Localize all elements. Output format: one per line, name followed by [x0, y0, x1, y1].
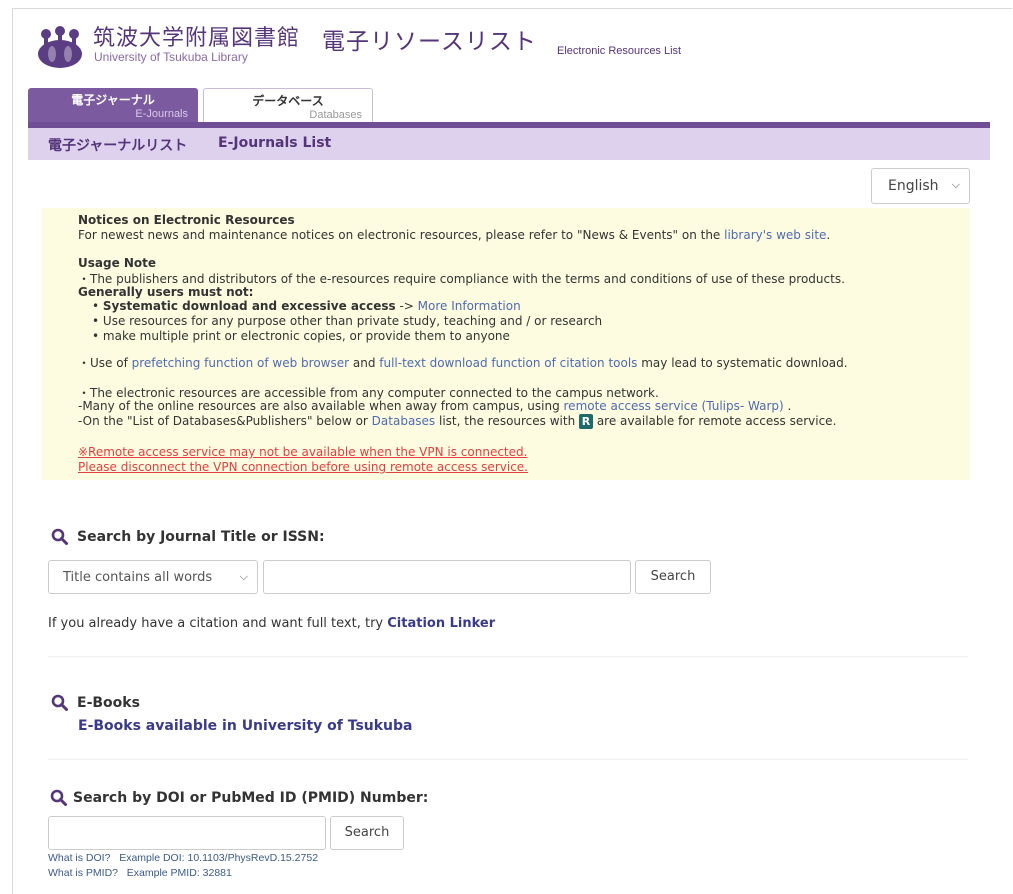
library-name-en[interactable]: University of Tsukuba Library [94, 50, 248, 64]
tab-databases-label-en: Databases [309, 109, 362, 121]
journal-search-input[interactable] [263, 560, 631, 594]
citation-linker-link[interactable]: Citation Linker [387, 616, 495, 631]
subnav-title-jp: 電子ジャーナルリスト [48, 138, 188, 154]
usage-note-title: Usage Note [78, 256, 157, 270]
list-end: are available for remote access service. [593, 414, 837, 428]
search-mode-select-value: Title contains all words [63, 570, 213, 585]
rule-item-2-text: Use resources for any purpose other than… [102, 314, 603, 328]
rule-item-3: • make multiple print or electronic copi… [92, 329, 510, 343]
tab-databases[interactable]: データベース Databases [203, 88, 373, 122]
must-not-heading: Generally users must not: [78, 285, 254, 299]
subnav-title-en: E-Journals List [218, 135, 332, 151]
chevron-down-icon: ⌵ [951, 178, 960, 191]
ebooks-link[interactable]: E-Books available in University of Tsuku… [78, 718, 413, 734]
rule-item-1-bold: Systematic download and excessive access [102, 299, 396, 313]
search-icon [50, 789, 67, 806]
search-mode-select[interactable]: Title contains all words ⌵ [48, 560, 258, 594]
rule-item-1-arrow: -> [395, 299, 418, 313]
language-select-value: English [888, 178, 939, 194]
doi-search-button[interactable]: Search [330, 816, 404, 850]
pmid-help-line: What is PMID? Example PMID: 32881 [48, 867, 232, 879]
remote-access-link[interactable]: remote access service (Tulips- Warp) [564, 399, 784, 413]
journal-search-title: Search by Journal Title or ISSN: [77, 529, 325, 545]
doi-help-line: What is DOI? Example DOI: 10.1103/PhysRe… [48, 852, 318, 864]
remote-end: . [783, 399, 792, 413]
language-select[interactable]: English ⌵ [871, 168, 970, 204]
library-logo-icon[interactable] [32, 24, 88, 72]
prefetch-pre: ・Use of [78, 356, 132, 370]
search-icon [51, 528, 68, 545]
section-divider [48, 656, 968, 657]
notice-title: Notices on Electronic Resources [78, 213, 295, 227]
remote-pre: -Many of the online resources are also a… [78, 399, 564, 413]
tab-e-journals-label-en: E-Journals [135, 108, 188, 120]
library-name-jp[interactable]: 筑波大学附属図書館 [93, 20, 300, 52]
tab-e-journals-label-jp: 電子ジャーナル [71, 93, 155, 107]
notice-text-end: . [826, 228, 831, 242]
pmid-example: Example PMID: 32881 [126, 867, 232, 879]
prefetch-end: may lead to systematic download. [637, 356, 848, 370]
section-divider [48, 759, 968, 760]
prefetch-warning: ・Use of prefetching function of web brow… [78, 354, 848, 371]
fulltext-download-link[interactable]: full-text download function of citation … [379, 356, 637, 370]
journal-search-button[interactable]: Search [635, 560, 711, 594]
vpn-warning-link-2[interactable]: Please disconnect the VPN connection bef… [78, 460, 528, 474]
rule-item-3-text: make multiple print or electronic copies… [102, 329, 510, 343]
page-title-jp: 電子リソースリスト [322, 29, 537, 55]
notice-text-body: For newest news and maintenance notices … [78, 228, 725, 242]
databases-link[interactable]: Databases [372, 414, 436, 428]
what-is-doi-link[interactable]: What is DOI? [48, 852, 110, 864]
ebooks-title: E-Books [77, 695, 140, 711]
more-information-link[interactable]: More Information [418, 299, 521, 313]
databases-list-text: -On the "List of Databases&Publishers" b… [78, 414, 836, 429]
notice-box [42, 208, 970, 480]
citation-text-body: If you already have a citation and want … [48, 616, 388, 631]
remote-access-badge-icon: R [579, 414, 594, 429]
page-title-en: Electronic Resources List [557, 45, 682, 57]
list-pre: -On the "List of Databases&Publishers" b… [78, 414, 372, 428]
doi-search-title: Search by DOI or PubMed ID (PMID) Number… [73, 790, 429, 806]
prefetch-mid: and [349, 356, 380, 370]
what-is-pmid-link[interactable]: What is PMID? [48, 867, 118, 879]
tab-e-journals[interactable]: 電子ジャーナル E-Journals [28, 88, 198, 122]
citation-text: If you already have a citation and want … [48, 616, 495, 631]
tab-databases-label-jp: データベース [252, 94, 324, 108]
list-mid: list, the resources with [435, 414, 580, 428]
rule-item-2: • Use resources for any purpose other th… [92, 314, 603, 328]
prefetch-function-link[interactable]: prefetching function of web browser [132, 356, 349, 370]
doi-search-input[interactable] [48, 816, 326, 850]
library-website-link[interactable]: library's web site [724, 228, 826, 242]
search-icon [51, 694, 68, 711]
vpn-warning-link-1[interactable]: ※Remote access service may not be availa… [78, 445, 527, 459]
remote-access-text: -Many of the online resources are also a… [78, 399, 791, 413]
doi-example: Example DOI: 10.1103/PhysRevD.15.2752 [119, 852, 319, 864]
notice-text: For newest news and maintenance notices … [78, 228, 830, 242]
chevron-down-icon: ⌵ [239, 570, 248, 583]
rule-item-1: • Systematic download and excessive acce… [92, 299, 521, 313]
